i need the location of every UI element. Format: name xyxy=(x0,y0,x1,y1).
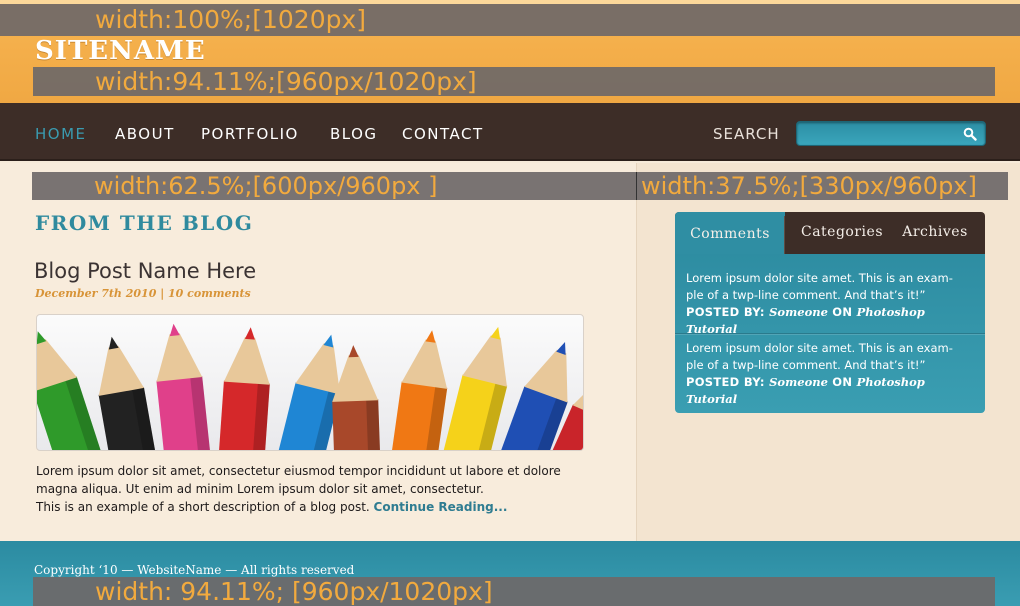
post-meta: December 7th 2010 | 10 comments xyxy=(35,287,251,300)
search-icon[interactable] xyxy=(963,127,977,141)
comment-divider xyxy=(675,333,985,334)
comments-panel: Lorem ipsum dolor site amet. This is an … xyxy=(675,254,985,413)
excerpt-line: magna aliqua. Ut enim ad minim Lorem ips… xyxy=(36,482,484,496)
search-label: SEARCH xyxy=(713,125,780,143)
excerpt-text: This is an example of a short descriptio… xyxy=(36,500,370,514)
copyright-text: Copyright ‘10 — WebsiteName — All rights… xyxy=(34,563,355,577)
tab-archives[interactable]: Archives xyxy=(893,212,977,254)
header-inner-width-annotation: width:94.11%;[960px/1020px] xyxy=(33,67,995,96)
on-label: ON xyxy=(832,305,853,319)
pencil-shape xyxy=(98,336,168,450)
comment-text: ple of a twp-line comment. And that’s it… xyxy=(686,358,926,372)
comment-author[interactable]: Someone xyxy=(769,305,828,319)
site-logo[interactable]: SITENAME xyxy=(35,36,206,66)
pencil-shape xyxy=(332,345,383,450)
comment-text: ple of a twp-line comment. And that’s it… xyxy=(686,288,926,302)
nav-item-home[interactable]: HOME xyxy=(35,125,87,143)
tab-divider xyxy=(784,216,785,254)
pencil-shape xyxy=(214,327,270,450)
tab-categories[interactable]: Categories xyxy=(791,212,893,254)
comment-item: Lorem ipsum dolor site amet. This is an … xyxy=(686,340,976,408)
excerpt-line-last: This is an example of a short descriptio… xyxy=(36,498,596,516)
nav-item-contact[interactable]: CONTACT xyxy=(402,125,484,143)
footer-width-annotation: width: 94.11%; [960px/1020px] xyxy=(33,577,995,606)
main-column-width-annotation: width:62.5%;[600px/960px ] xyxy=(32,172,636,200)
sidebar-width-annotation: width:37.5%;[330px/960px] xyxy=(636,172,1008,200)
comment-author[interactable]: Someone xyxy=(769,375,828,389)
pencil-shape xyxy=(382,330,448,450)
on-label: ON xyxy=(832,375,853,389)
comment-byline: POSTED BY: Someone ON Photoshop Tutorial xyxy=(686,374,976,408)
nav-item-blog[interactable]: BLOG xyxy=(330,125,378,143)
posted-by-label: POSTED BY: xyxy=(686,305,765,319)
section-title: FROM THE BLOG xyxy=(35,211,254,235)
comment-text: Lorem ipsum dolor site amet. This is an … xyxy=(686,341,953,355)
tabbed-widget: Comments Categories Archives Lorem ipsum… xyxy=(675,212,985,413)
nav-item-about[interactable]: ABOUT xyxy=(115,125,175,143)
comment-item: Lorem ipsum dolor site amet. This is an … xyxy=(686,270,976,338)
search-input[interactable] xyxy=(803,125,953,143)
comment-text: Lorem ipsum dolor site amet. This is an … xyxy=(686,271,953,285)
excerpt-line: Lorem ipsum dolor sit amet, consectetur … xyxy=(36,464,561,478)
continue-reading-link[interactable]: Continue Reading... xyxy=(374,500,508,514)
widget-tabs: Comments Categories Archives xyxy=(675,212,985,256)
post-excerpt: Lorem ipsum dolor sit amet, consectetur … xyxy=(36,462,596,516)
post-image[interactable] xyxy=(36,314,584,451)
colored-pencils-image xyxy=(37,323,583,450)
search-field[interactable] xyxy=(796,121,986,146)
posted-by-label: POSTED BY: xyxy=(686,375,765,389)
header-width-annotation: width:100%;[1020px] xyxy=(0,4,1020,36)
post-title[interactable]: Blog Post Name Here xyxy=(34,259,256,283)
pencil-shape xyxy=(156,323,217,450)
nav-item-portfolio[interactable]: PORTFOLIO xyxy=(201,125,299,143)
tab-comments[interactable]: Comments xyxy=(675,212,785,256)
